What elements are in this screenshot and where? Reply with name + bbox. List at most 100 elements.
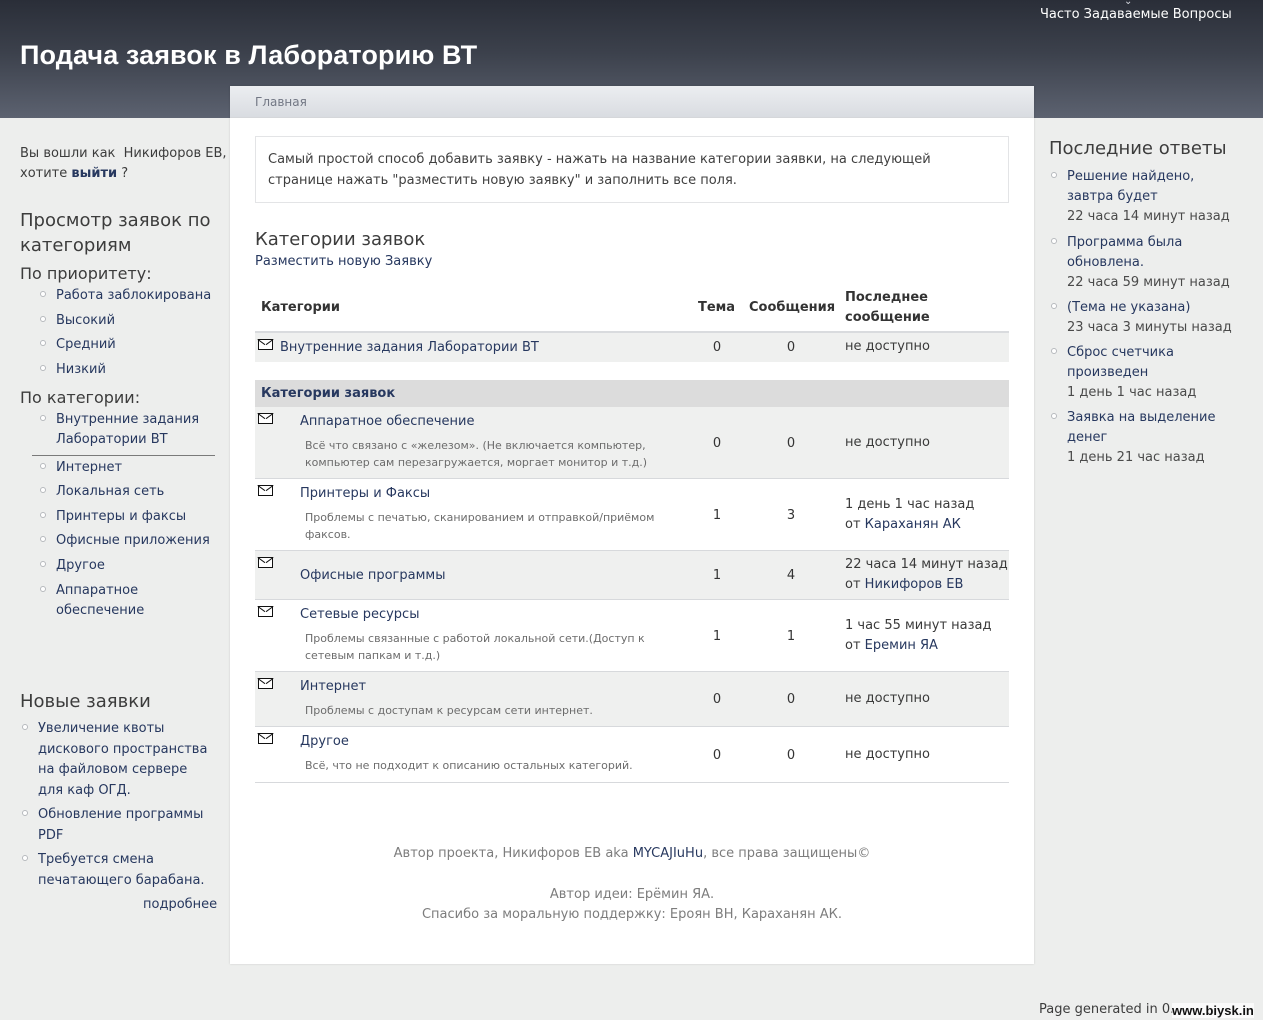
bullet-icon <box>22 810 28 816</box>
sidebar-category-lan[interactable]: Локальная сеть <box>56 482 164 502</box>
main-panel: Главная Самый простой способ добавить за… <box>230 86 1034 964</box>
recent-reply-item: Программа была обновлена. 22 часа 59 мин… <box>1067 233 1242 293</box>
sidebar-category-office[interactable]: Офисные приложения <box>56 531 210 551</box>
recent-replies-title: Последние ответы <box>1049 138 1227 159</box>
posts-count: 0 <box>786 692 796 707</box>
priority-blocked[interactable]: Работа заблокирована <box>56 286 211 306</box>
recent-reply-link[interactable]: Решение найдено, завтра будет <box>1067 169 1194 204</box>
recent-reply-link[interactable]: (Тема не указана) <box>1067 300 1190 315</box>
topics-count: 0 <box>712 692 722 707</box>
last-post: не доступно <box>845 433 930 453</box>
posts-count: 3 <box>786 508 796 523</box>
last-post-by: от <box>845 577 861 592</box>
table-row: Аппаратное обеспечение Всё что связано с… <box>255 407 1009 479</box>
faq-link[interactable]: Часто Задаваемые Вопросы <box>1040 7 1232 22</box>
login-question: хотите <box>20 166 68 181</box>
priority-low[interactable]: Низкий <box>56 360 106 380</box>
envelope-icon <box>258 339 273 350</box>
logout-link[interactable]: выйти <box>71 166 117 181</box>
last-post-author[interactable]: Еремин ЯА <box>865 638 938 653</box>
site-title[interactable]: Подача заявок в Лабораторию ВТ <box>20 40 477 71</box>
last-post: 1 час 55 минут назад от Еремин ЯА <box>845 616 992 656</box>
footer-idea: Автор идеи: Ерёмин ЯА. <box>549 887 715 902</box>
sidebar-category-printers[interactable]: Принтеры и факсы <box>56 507 186 527</box>
author-nick-link[interactable]: MYCAJIuHu <box>633 846 703 861</box>
priority-high[interactable]: Высокий <box>56 311 115 331</box>
bullet-icon <box>1051 172 1057 178</box>
new-requests-title: Новые заявки <box>20 691 151 712</box>
browse-title: Просмотр заявок по категориям <box>20 210 211 256</box>
category-link[interactable]: Аппаратное обеспечение <box>300 414 474 429</box>
login-suffix: ? <box>121 166 129 181</box>
last-post-time: 1 час 55 минут назад <box>845 618 992 633</box>
watermark: www.biysk.in <box>1172 1003 1254 1018</box>
recent-reply-item: Заявка на выделение денег 1 день 21 час … <box>1067 408 1242 468</box>
category-link[interactable]: Принтеры и Факсы <box>300 486 430 501</box>
topics-count: 1 <box>712 508 722 523</box>
last-post: не доступно <box>845 745 930 765</box>
recent-reply-time: 1 день 21 час назад <box>1067 450 1205 465</box>
sidebar-category-other[interactable]: Другое <box>56 556 105 576</box>
recent-reply-item: (Тема не указана) 23 часа 3 минуты назад <box>1067 298 1242 338</box>
login-status: Вы вошли как Никифоров ЕВ, хотите выйти … <box>20 144 227 184</box>
bullet-icon <box>40 561 46 567</box>
recent-reply-link[interactable]: Программа была обновлена. <box>1067 235 1182 270</box>
recent-reply-time: 1 день 1 час назад <box>1067 385 1197 400</box>
category-link[interactable]: Сетевые ресурсы <box>300 607 419 622</box>
bullet-icon <box>40 340 46 346</box>
more-link[interactable]: подробнее <box>143 897 217 912</box>
category-description: Проблемы с доступам к ресурсам сети инте… <box>305 704 593 717</box>
bullet-icon <box>40 512 46 518</box>
login-prefix: Вы вошли как <box>20 146 116 161</box>
category-link[interactable]: Другое <box>300 734 349 749</box>
by-priority-label: По приоритету: <box>20 264 152 283</box>
categories-table: Внутренние задания Лаборатории ВТ 0 0 не… <box>255 86 1009 946</box>
priority-medium[interactable]: Средний <box>56 335 116 355</box>
envelope-icon <box>258 733 273 744</box>
recent-reply-time: 22 часа 14 минут назад <box>1067 209 1230 224</box>
posts-count: 1 <box>786 629 796 644</box>
footer-author-prefix: Автор проекта, Никифоров ЕВ aka <box>393 846 629 861</box>
recent-reply-item: Решение найдено, завтра будет 22 часа 14… <box>1067 167 1242 227</box>
envelope-icon <box>258 413 273 424</box>
sidebar-category-hardware[interactable]: Аппаратное обеспечение <box>56 581 156 621</box>
new-request-item[interactable]: Требуется смена печатающего барабана. <box>38 850 210 891</box>
envelope-icon <box>258 557 273 568</box>
last-post: не доступно <box>845 689 930 709</box>
recent-reply-item: Сброс счетчика произведен 1 день 1 час н… <box>1067 343 1242 403</box>
posts-count: 0 <box>786 436 796 451</box>
category-link[interactable]: Офисные программы <box>300 568 445 583</box>
topics-count: 0 <box>712 340 722 355</box>
sidebar-divider <box>32 455 215 456</box>
last-post-by: от <box>845 517 861 532</box>
recent-reply-link[interactable]: Заявка на выделение денег <box>1067 410 1216 445</box>
table-row: Внутренние задания Лаборатории ВТ 0 0 не… <box>255 333 1009 362</box>
sidebar-category-internal[interactable]: Внутренние задания Лаборатории ВТ <box>56 410 216 450</box>
recent-reply-link[interactable]: Сброс счетчика произведен <box>1067 345 1174 380</box>
category-link[interactable]: Внутренние задания Лаборатории ВТ <box>280 340 539 355</box>
bullet-icon <box>40 536 46 542</box>
table-row: Другое Всё, что не подходит к описанию о… <box>255 727 1009 783</box>
category-description: Всё, что не подходит к описанию остальны… <box>305 759 633 772</box>
last-post-author[interactable]: Караханян АК <box>865 517 961 532</box>
last-post: не доступно <box>845 339 930 354</box>
section-bar: Категории заявок <box>255 380 1009 407</box>
category-link[interactable]: Интернет <box>300 679 366 694</box>
bullet-icon <box>40 365 46 371</box>
last-post-by: от <box>845 638 861 653</box>
new-request-item[interactable]: Увеличение квоты дискового пространства … <box>38 719 210 801</box>
bullet-icon <box>40 316 46 322</box>
footer-author: Автор проекта, Никифоров ЕВ aka MYCAJIuH… <box>230 846 1034 861</box>
page-generated: Page generated in 0. <box>1039 1002 1175 1017</box>
sidebar-category-internet[interactable]: Интернет <box>56 458 122 478</box>
table-row: Офисные программы 1 4 22 часа 14 минут н… <box>255 551 1009 600</box>
footer-author-suffix: , все права защищены© <box>703 846 871 861</box>
faq-marker-icon: ⌄ <box>1124 0 1133 7</box>
bullet-icon <box>40 415 46 421</box>
last-post-time: не доступно <box>845 435 930 450</box>
new-request-item[interactable]: Обновление программы PDF <box>38 805 210 846</box>
bullet-icon <box>1051 238 1057 244</box>
last-post-author[interactable]: Никифоров ЕВ <box>865 577 964 592</box>
posts-count: 0 <box>786 340 796 355</box>
by-category-label: По категории: <box>20 388 141 407</box>
